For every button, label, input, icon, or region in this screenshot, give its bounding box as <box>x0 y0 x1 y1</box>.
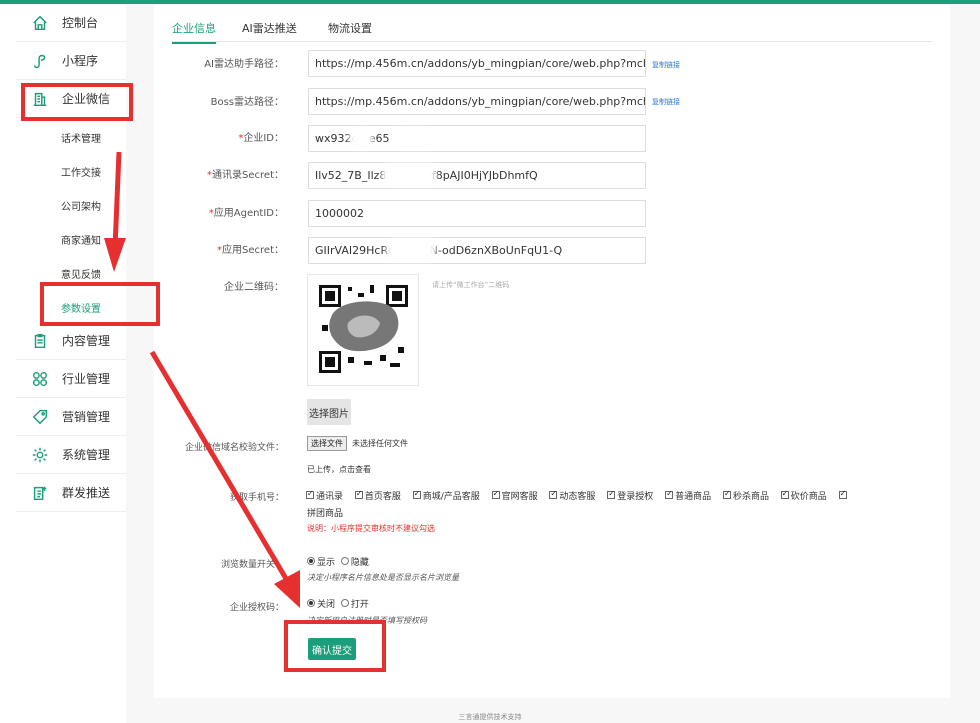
phone-option[interactable]: 秒杀商品 <box>722 489 769 502</box>
sidebar-item-label: 营销管理 <box>62 410 111 424</box>
copy-boss-link[interactable]: 复制链接 <box>652 97 680 107</box>
sidebar-item-dashboard[interactable]: 控制台 <box>16 4 126 42</box>
auth-label: 企业授权码： <box>229 603 284 613</box>
ai-path-label: AI雷达助手路径： <box>204 59 284 70</box>
redaction-blur <box>382 164 436 186</box>
sidebar-item-industry[interactable]: 行业管理 <box>16 360 126 398</box>
tab-logistics[interactable]: 物流设置 <box>328 20 372 36</box>
domain-verify-label: 企业微信域名校验文件： <box>184 443 284 453</box>
footer-text: 三言通提供技术支持 <box>458 713 522 721</box>
sidebar-item-label: 系统管理 <box>62 448 111 462</box>
sidebar-item-label: 内容管理 <box>62 334 111 348</box>
corp-id-label: *企业ID： <box>238 133 284 144</box>
sidebar-item-label: 小程序 <box>62 54 99 68</box>
subitem-param-settings[interactable]: 参数设置 <box>61 300 101 315</box>
qr-code-image <box>307 274 419 386</box>
app-secret-field[interactable]: GIIrVAI29HcRmsI !ZkN-odD6znXBoUnFqU1-Q <box>308 237 646 264</box>
phone-option[interactable]: 通讯录 <box>306 489 343 502</box>
sidebar-item-broadcast[interactable]: 群发推送 <box>16 474 126 512</box>
redaction-blur <box>386 239 436 261</box>
phone-label: 获取手机号： <box>229 493 284 503</box>
copy-ai-link[interactable]: 复制链接 <box>652 60 680 70</box>
home-icon <box>30 13 50 33</box>
boss-path-label: Boss雷达路径： <box>210 97 284 108</box>
sidebar-item-label: 群发推送 <box>62 486 111 500</box>
auth-radio-group: 关闭 打开 <box>307 596 371 610</box>
phone-option[interactable]: 官网客服 <box>491 489 538 502</box>
broadcast-icon <box>30 483 50 503</box>
ai-path-field[interactable]: https://mp.456m.cn/addons/yb_mingpian/co… <box>308 50 646 77</box>
contact-secret-field[interactable]: Ilv52_7B_Ilz8kH cR-i0f8pAJI0HjYJbDhmfQ <box>308 162 646 189</box>
phone-option[interactable]: 首页客服 <box>354 489 401 502</box>
phone-options: 通讯录 首页客服 商城/产品客服 官网客服 动态客服 登录授权 普通商品 秒杀商… <box>306 488 876 502</box>
subitem-merchant-notice[interactable]: 商家通知 <box>61 232 101 247</box>
sidebar-item-marketing[interactable]: 营销管理 <box>16 398 126 436</box>
no-file-text: 未选择任何文件 <box>352 439 408 448</box>
phone-option[interactable] <box>838 489 849 499</box>
qr-hint: 请上传“微工作台”二维码 <box>432 281 510 289</box>
subitem-feedback[interactable]: 意见反馈 <box>61 266 101 281</box>
tag-icon <box>30 407 50 427</box>
main-panel: 企业信息 AI雷达推送 物流设置 AI雷达助手路径： https://mp.45… <box>154 4 950 698</box>
submit-button[interactable]: 确认提交 <box>308 638 356 660</box>
tab-company-info[interactable]: 企业信息 <box>172 20 216 44</box>
radio-open[interactable]: 打开 <box>340 597 369 610</box>
sidebar-item-content[interactable]: 内容管理 <box>16 322 126 360</box>
phone-option[interactable]: 普通商品 <box>665 489 711 502</box>
browse-radio-group: 显示 隐藏 <box>307 554 371 568</box>
boss-path-field[interactable]: https://mp.456m.cn/addons/yb_mingpian/co… <box>308 88 646 115</box>
building-icon <box>30 89 50 109</box>
agent-id-label: *应用AgentID： <box>208 208 284 219</box>
subitem-org-structure[interactable]: 公司架构 <box>61 198 101 213</box>
clipboard-icon <box>30 331 50 351</box>
choose-image-button[interactable]: 选择图片 <box>307 399 351 425</box>
phone-option-wrap[interactable]: 拼团商品 <box>307 506 343 519</box>
radio-close[interactable]: 关闭 <box>307 597 335 610</box>
grid-icon <box>30 369 50 389</box>
choose-file-button[interactable]: 选择文件 <box>307 436 347 451</box>
tab-bar: 企业信息 AI雷达推送 物流设置 <box>172 14 932 44</box>
phone-option[interactable]: 动态客服 <box>549 489 595 502</box>
sidebar: 控制台 小程序 企业微信 话术管理 工作交接 公司架构 商家通知 意见反馈 参数… <box>0 4 126 723</box>
radio-hide[interactable]: 隐藏 <box>340 555 369 568</box>
phone-option[interactable]: 砍价商品 <box>780 489 827 502</box>
agent-id-field[interactable]: 1000002 <box>308 200 646 227</box>
sidebar-item-label: 企业微信 <box>62 92 111 106</box>
phone-option[interactable]: 商城/产品客服 <box>412 489 480 502</box>
phone-option[interactable]: 登录授权 <box>607 489 653 502</box>
gear-icon <box>30 445 50 465</box>
miniapp-icon <box>30 51 50 71</box>
app-secret-label: *应用Secret： <box>217 245 284 256</box>
contact-secret-label: *通讯录Secret： <box>207 170 284 181</box>
browse-label: 浏览数量开关： <box>220 560 284 570</box>
redaction-blur <box>349 128 373 148</box>
qr-label: 企业二维码： <box>224 282 284 293</box>
redaction-blur <box>394 128 434 148</box>
subitem-handover[interactable]: 工作交接 <box>61 164 101 179</box>
tab-ai-radar[interactable]: AI雷达推送 <box>242 20 297 36</box>
sidebar-item-label: 控制台 <box>62 16 99 30</box>
subitem-script-manage[interactable]: 话术管理 <box>61 130 101 145</box>
auth-desc: 决定新用户注册时是否填写授权码 <box>307 616 427 625</box>
sidebar-item-miniapp[interactable]: 小程序 <box>16 42 126 80</box>
sidebar-item-wecom[interactable]: 企业微信 <box>16 80 126 118</box>
sidebar-item-label: 行业管理 <box>62 372 111 386</box>
sidebar-item-system[interactable]: 系统管理 <box>16 436 126 474</box>
uploaded-view-link[interactable]: 已上传，点击查看 <box>307 464 371 475</box>
radio-show[interactable]: 显示 <box>307 555 335 568</box>
browse-desc: 决定小程序名片信息处是否显示名片浏览量 <box>307 573 459 582</box>
phone-note: 说明：小程序提交审核时不建议勾选 <box>307 524 435 533</box>
